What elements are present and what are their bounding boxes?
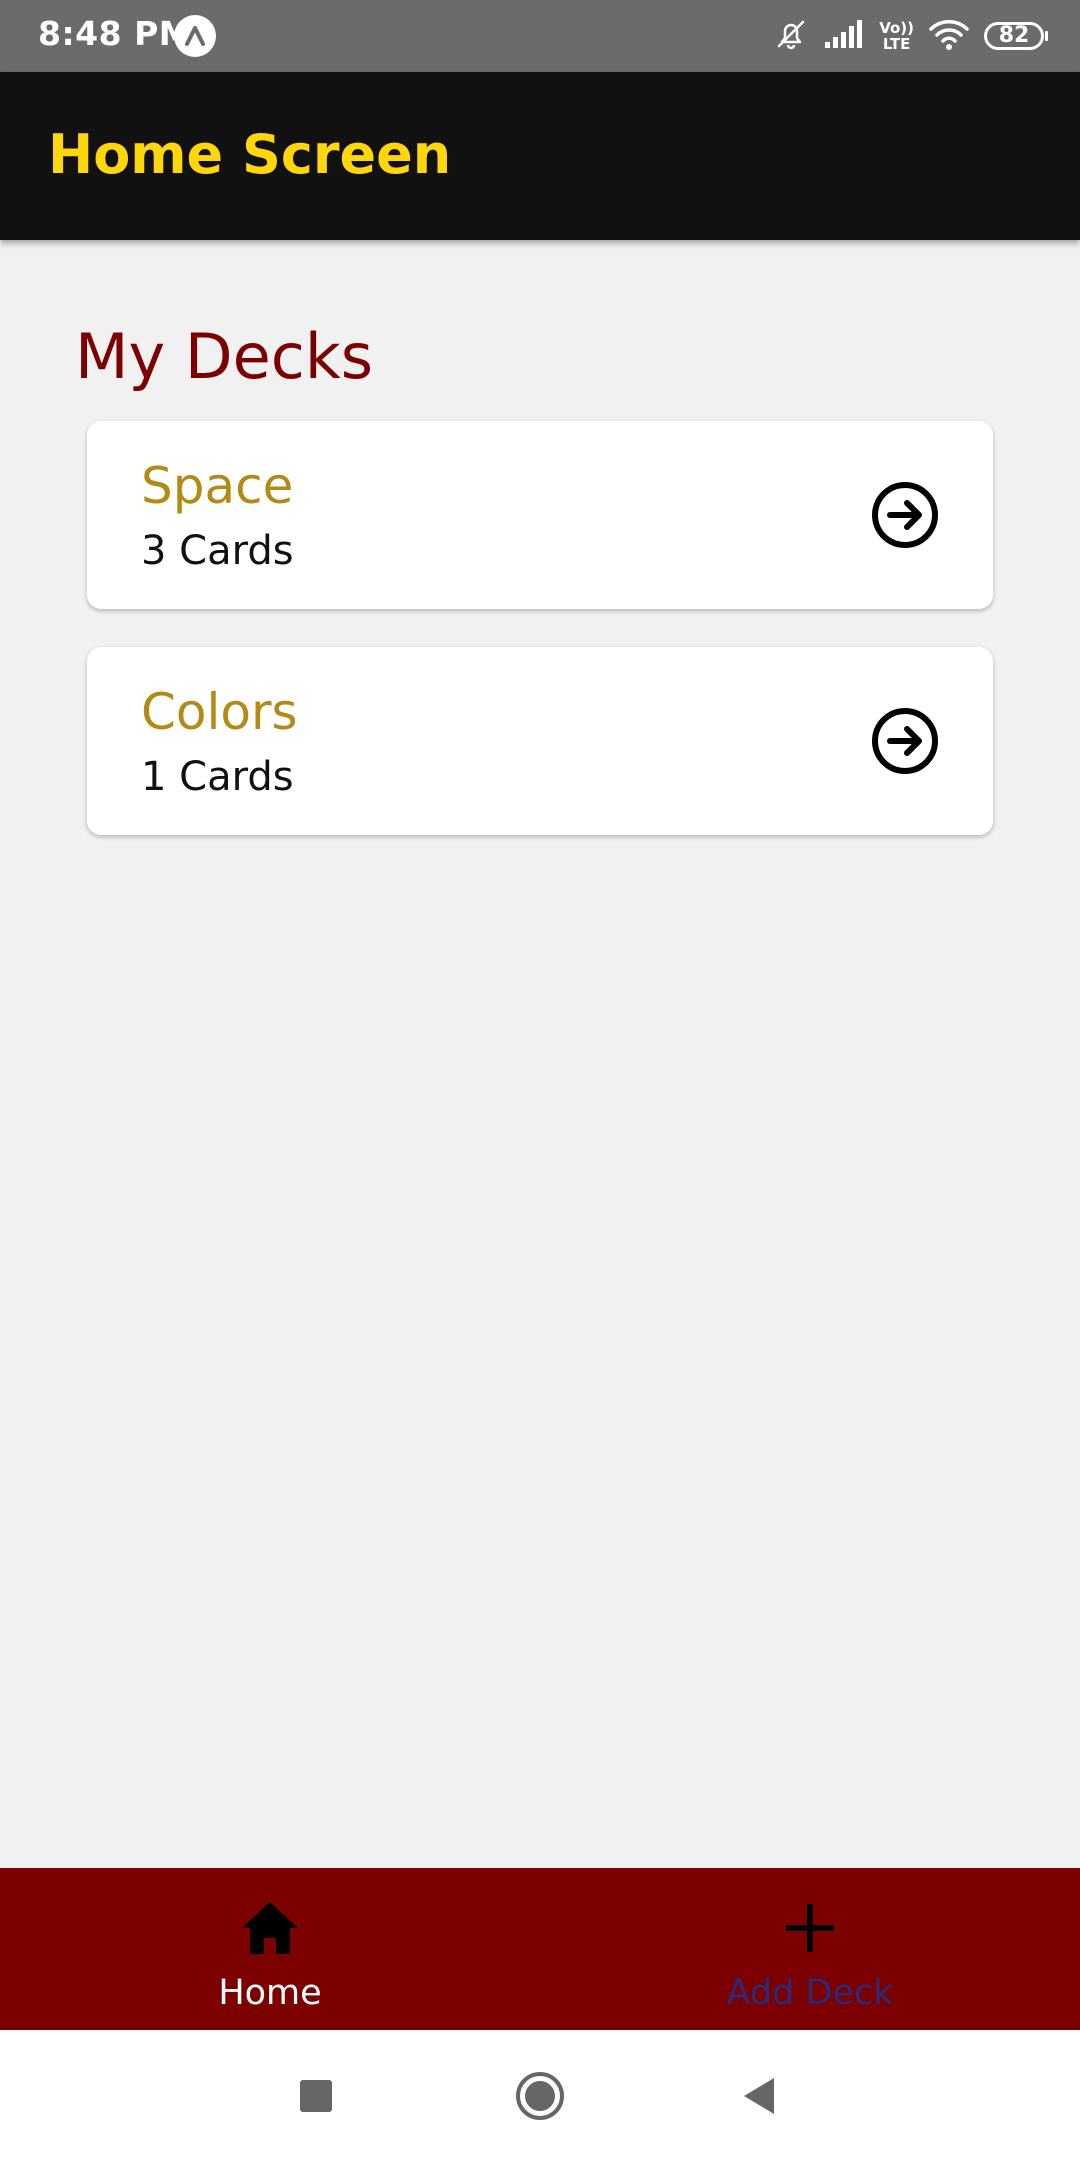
tab-add-deck-label: Add Deck — [726, 1973, 894, 2013]
bottom-tab-bar: Home Add Deck — [0, 1868, 1080, 2030]
app-notification-icon — [174, 15, 216, 57]
deck-card-space[interactable]: Space 3 Cards — [87, 421, 993, 609]
status-time: 8:48 PM — [38, 14, 193, 53]
plus-icon — [780, 1898, 840, 1958]
tab-home[interactable]: Home — [0, 1868, 540, 2030]
back-icon[interactable] — [734, 2070, 786, 2122]
page-title: Home Screen — [48, 123, 452, 186]
section-title: My Decks — [75, 320, 374, 393]
bell-off-icon — [773, 16, 809, 56]
deck-card-count: 3 Cards — [141, 528, 294, 574]
system-nav-bar — [0, 2030, 1080, 2160]
arrow-right-circle-icon[interactable] — [871, 707, 939, 775]
volte-icon: Vo)) LTE — [879, 20, 914, 52]
app-bar: Home Screen — [0, 72, 1080, 240]
status-icons: Vo)) LTE 82 — [773, 16, 1048, 56]
screen: 8:48 PM Vo)) LTE 82 Home Screen My Decks… — [0, 0, 1080, 2160]
tab-add-deck[interactable]: Add Deck — [540, 1868, 1080, 2030]
volte-label-bottom: LTE — [882, 35, 911, 53]
signal-icon — [823, 18, 865, 54]
recents-icon[interactable] — [290, 2070, 342, 2122]
deck-card-colors[interactable]: Colors 1 Cards — [87, 647, 993, 835]
home-circle-icon[interactable] — [514, 2070, 566, 2122]
battery-icon: 82 — [984, 22, 1048, 50]
deck-name: Space — [141, 457, 294, 515]
tab-home-label: Home — [218, 1973, 322, 2013]
deck-card-count: 1 Cards — [141, 754, 294, 800]
arrow-right-circle-icon[interactable] — [871, 481, 939, 549]
home-icon — [240, 1898, 300, 1958]
deck-name: Colors — [141, 683, 298, 741]
wifi-icon — [928, 17, 970, 55]
status-bar: 8:48 PM Vo)) LTE 82 — [0, 0, 1080, 72]
